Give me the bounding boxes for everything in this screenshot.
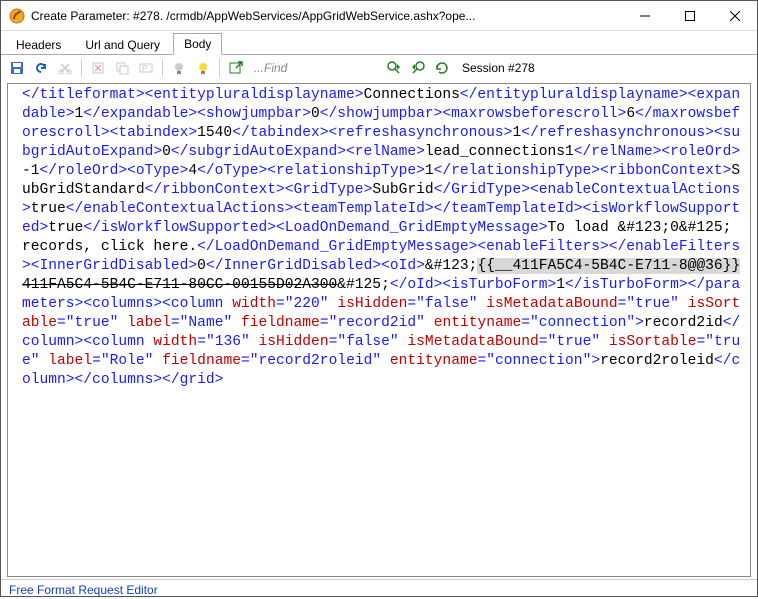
copy-icon[interactable] bbox=[112, 58, 132, 78]
find-input[interactable]: ...Find bbox=[250, 59, 380, 77]
tab-url-query[interactable]: Url and Query bbox=[74, 34, 171, 55]
body-editor[interactable]: </titleformat><entitypluraldisplayname>C… bbox=[7, 83, 751, 577]
toolbar: P ...Find Session #278 bbox=[1, 55, 757, 81]
bulb-on-icon[interactable] bbox=[193, 58, 213, 78]
undo-icon[interactable] bbox=[31, 58, 51, 78]
delete-icon[interactable] bbox=[88, 58, 108, 78]
separator bbox=[162, 59, 163, 77]
tab-bar: Headers Url and Query Body bbox=[1, 31, 757, 55]
xml-content[interactable]: </titleformat><entitypluraldisplayname>C… bbox=[8, 84, 750, 396]
titlebar: Create Parameter: #278. /crmdb/AppWebSer… bbox=[1, 1, 757, 31]
bulb-off-icon[interactable] bbox=[169, 58, 189, 78]
close-button[interactable] bbox=[712, 1, 757, 30]
tab-body[interactable]: Body bbox=[173, 33, 222, 55]
separator bbox=[219, 59, 220, 77]
status-text: Free Format Request Editor bbox=[9, 583, 158, 597]
save-icon[interactable] bbox=[7, 58, 27, 78]
app-icon bbox=[9, 8, 25, 24]
maximize-button[interactable] bbox=[667, 1, 712, 30]
window-controls bbox=[622, 1, 757, 30]
separator bbox=[81, 59, 82, 77]
find-prev-icon[interactable] bbox=[408, 58, 428, 78]
svg-text:P: P bbox=[142, 64, 147, 73]
refresh-icon[interactable] bbox=[432, 58, 452, 78]
window-title: Create Parameter: #278. /crmdb/AppWebSer… bbox=[31, 9, 622, 23]
minimize-button[interactable] bbox=[622, 1, 667, 30]
tab-headers[interactable]: Headers bbox=[5, 34, 72, 55]
session-label: Session #278 bbox=[462, 61, 535, 75]
status-bar: Free Format Request Editor bbox=[1, 579, 757, 599]
param-icon[interactable]: P bbox=[136, 58, 156, 78]
find-next-icon[interactable] bbox=[384, 58, 404, 78]
goto-icon[interactable] bbox=[226, 58, 246, 78]
cut-icon[interactable] bbox=[55, 58, 75, 78]
